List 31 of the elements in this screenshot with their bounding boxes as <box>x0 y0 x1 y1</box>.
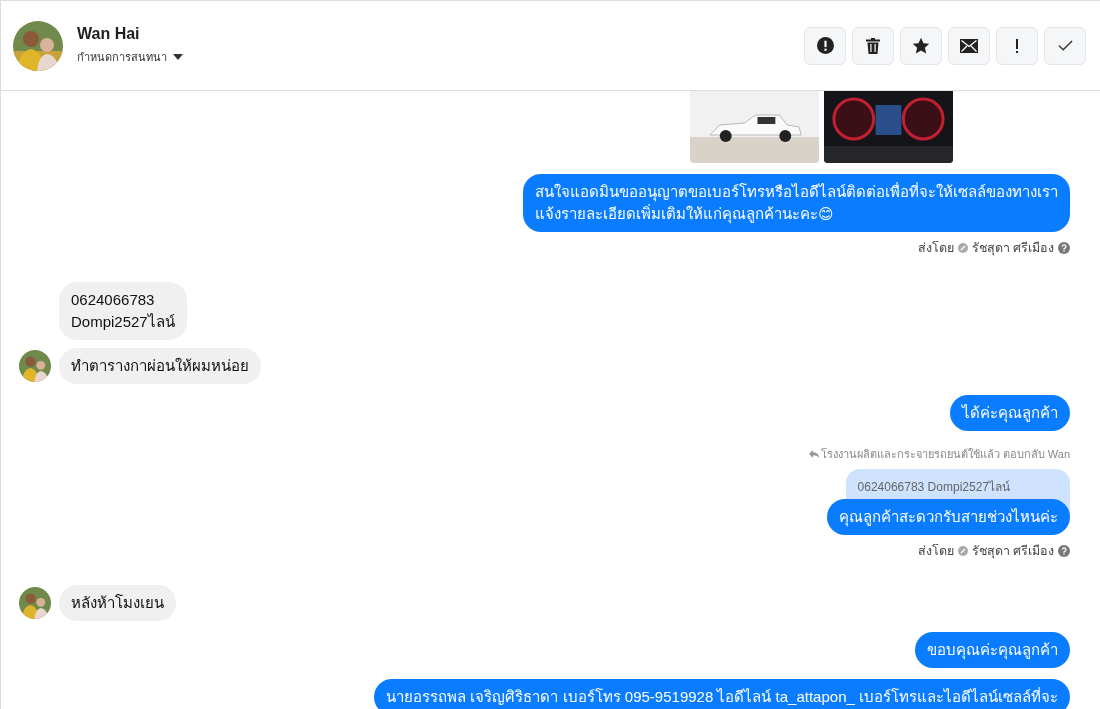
conversation-schedule-dropdown[interactable]: กำหนดการสนทนา <box>77 48 183 66</box>
outgoing-message: คุณลูกค้าสะดวกรับสายช่วงไหนค่ะ <box>827 499 1070 535</box>
sent-by-label: ส่งโดย <box>917 240 954 257</box>
exclamation-icon <box>1015 37 1019 54</box>
checkmark-icon <box>1057 39 1073 52</box>
star-icon <box>912 36 930 55</box>
mail-button[interactable] <box>948 26 990 65</box>
incoming-message: 0624066783 Dompi2527ไลน์ <box>59 282 187 340</box>
alert-icon <box>816 37 834 54</box>
agent-icon <box>957 243 968 253</box>
delete-button[interactable] <box>852 26 894 65</box>
agent-icon <box>957 546 968 556</box>
caret-icon <box>173 54 183 60</box>
reply-icon <box>808 450 819 458</box>
trash-icon <box>866 37 880 54</box>
star-button[interactable] <box>900 26 942 65</box>
agent-name: รัชสุดา ศรีเมือง <box>971 543 1054 561</box>
outgoing-message: ขอบคุณค่ะคุณลูกค้า <box>915 632 1070 668</box>
outgoing-message: สนใจแอดมินขออนุญาตขอเบอร์โทรหรือไอดีไลน์ติดต่อเพื่อที่จะให้เซลล์ของทางเรา แจ้งรายละเอียดเพิ่มเติมให้แก่คุณลูกค้านะคะ😊 <box>523 174 1070 232</box>
alert-button[interactable] <box>804 26 846 65</box>
envelope-icon <box>960 38 978 53</box>
incoming-message: ทำตารางกาผ่อนให้ผมหน่อย <box>59 348 261 384</box>
sent-by-label: ส่งโดย <box>917 543 954 560</box>
agent-name: รัชสุดา ศรีเมือง <box>971 240 1054 258</box>
help-icon[interactable] <box>1058 242 1070 254</box>
outgoing-message: ได้ค่ะคุณลูกค้า <box>950 395 1070 431</box>
contact-name: Wan Hai <box>77 25 141 43</box>
help-icon[interactable] <box>1058 545 1070 557</box>
outgoing-message: นายอรรถพล เจริญศิริธาดา เบอร์โทร 095-9519928 ไอดีไลน์ ta_attapon_ เบอร์โทรและไอดีไลน์เซลล์ที่จะ <box>374 679 1070 709</box>
incoming-message: หลังห้าโมงเยน <box>59 585 176 621</box>
reply-note: โรงงานผลิตและกระจายรถยนต์ใช้แล้ว ตอบกลับ Wan <box>820 447 1070 462</box>
